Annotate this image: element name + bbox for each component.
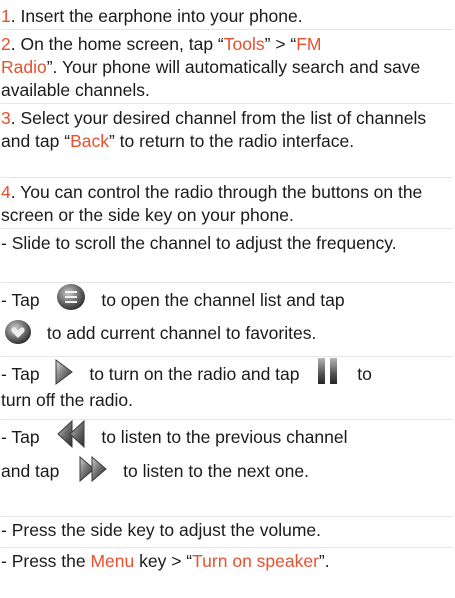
play-icon <box>54 358 74 386</box>
step-number: 2 <box>1 34 11 54</box>
step-2: 2. On the home screen, tap “Tools” > “FM… <box>1 29 453 102</box>
next-icon <box>78 455 108 483</box>
bullet-text: - Tap <box>1 290 40 310</box>
tools-label: Tools <box>223 34 265 54</box>
bullet-text: to listen to the next one. <box>123 461 309 481</box>
bullet-text: to open the channel list and tap <box>101 290 345 310</box>
back-label: Back <box>70 131 109 151</box>
step-text: . On the home screen, tap “ <box>10 34 224 54</box>
step-3: 3. Select your desired channel from the … <box>1 103 453 153</box>
step-text: . Insert the earphone into your phone. <box>10 6 303 26</box>
bullet-text: to add current channel to favorites. <box>46 323 317 343</box>
step-text: . You can control the radio through the … <box>1 182 423 225</box>
bullet-favorite: to add current channel to favorites. <box>1 316 453 350</box>
step-1: 1. Insert the earphone into your phone. <box>1 2 453 28</box>
bullet-text: - Slide to scroll the channel to adjust … <box>1 233 397 253</box>
radio-label: Radio <box>1 57 47 77</box>
favorite-icon <box>4 319 32 345</box>
manual-page: 1. Insert the earphone into your phone. … <box>0 0 455 598</box>
pause-icon <box>316 356 340 386</box>
fm-label: FM <box>296 34 322 54</box>
bullet-text: to <box>357 364 372 384</box>
bullet-play-pause-cont: turn off the radio. <box>1 389 453 412</box>
menu-key-label: Menu <box>90 551 135 571</box>
step-number: 3 <box>1 108 11 128</box>
bullet-next: and tap to listen to the next one. <box>1 454 453 488</box>
bullet-previous: - Tap to listen to the previous channel <box>1 419 453 454</box>
bullet-text: to turn on the radio and tap <box>89 364 300 384</box>
bullet-slide: - Slide to scroll the channel to adjust … <box>1 228 453 255</box>
step-text: ”. Your phone will automatically search … <box>1 57 421 100</box>
bullet-text: turn off the radio. <box>1 390 133 410</box>
bullet-volume: - Press the side key to adjust the volum… <box>1 516 453 544</box>
step-4: 4. You can control the radio through the… <box>1 177 453 227</box>
channel-list-icon <box>56 283 86 311</box>
turn-on-speaker-label: Turn on speaker <box>192 551 319 571</box>
bullet-text: - Tap <box>1 427 40 447</box>
bullet-text: and tap <box>1 461 60 481</box>
step-number: 1 <box>1 6 11 26</box>
bullet-text: - Tap <box>1 364 40 384</box>
step-text: ” > “ <box>264 34 297 54</box>
step-text: ” to return to the radio interface. <box>108 131 355 151</box>
bullet-play-pause: - Tap to turn on the radio and tap to <box>1 356 453 391</box>
previous-icon <box>56 419 86 449</box>
step-number: 4 <box>1 182 11 202</box>
bullet-speaker: - Press the Menu key > “Turn on speaker”… <box>1 547 453 575</box>
bullet-text: - Press the side key to adjust the volum… <box>1 520 322 540</box>
bullet-channel-list: - Tap to open the channel list and tap <box>1 282 453 317</box>
bullet-text: key > “ <box>134 551 193 571</box>
bullet-text: ”. <box>318 551 330 571</box>
bullet-text: to listen to the previous channel <box>101 427 348 447</box>
bullet-text: - Press the <box>1 551 91 571</box>
